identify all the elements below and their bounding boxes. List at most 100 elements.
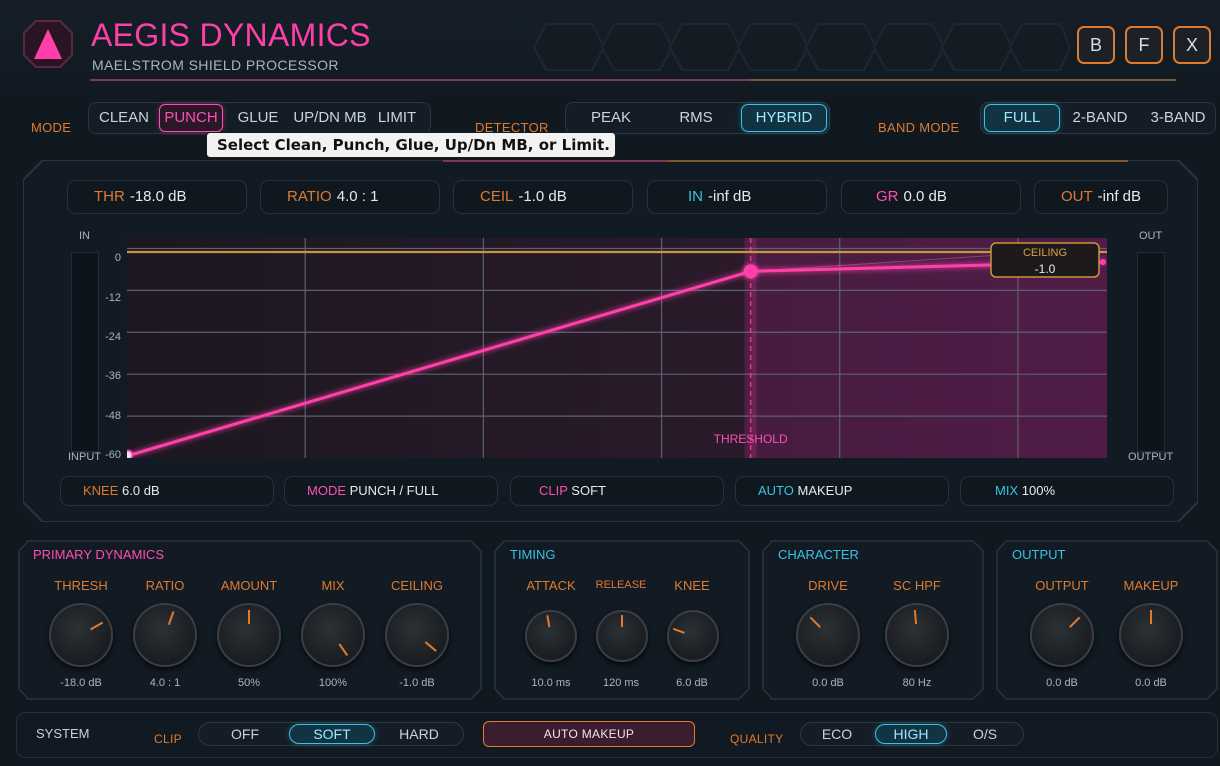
curve-start-point [127,449,134,458]
primary-dynamics-title: PRIMARY DYNAMICS [33,547,164,562]
output-axis-label: OUTPUT [1128,451,1174,463]
header-accent-line-2 [750,79,1176,81]
thresh-knob-value: -18.0 dB [60,677,102,689]
mode-option-glue[interactable]: GLUE [231,103,285,133]
attack-knob[interactable] [525,610,577,662]
drive-knob[interactable] [796,603,860,667]
readout-gr-value: 0.0 dB [903,188,947,205]
makeup-knob-value: 0.0 dB [1135,677,1167,689]
threshold-handle[interactable] [743,264,758,279]
detector-selector: PEAK RMS HYBRID [565,102,830,134]
quality-option-high[interactable]: HIGH [875,724,947,744]
readout-ceiling: CEIL -1.0 dB [453,180,633,214]
readout-ratio: RATIO 4.0 : 1 [260,180,440,214]
system-label: SYSTEM [36,726,90,741]
auto-makeup-button[interactable]: AUTO MAKEUP [483,721,695,747]
timing-knee-knob[interactable] [667,610,719,662]
info-auto-key: AUTO [758,483,794,498]
clip-option-hard[interactable]: HARD [379,723,459,745]
mode-label: MODE [31,120,72,135]
schpf-knob[interactable] [885,603,949,667]
band-mode-option-3band[interactable]: 3-BAND [1141,103,1215,133]
ceiling-knob[interactable] [385,603,449,667]
ceiling-knob-indicator [424,641,437,652]
info-mode: MODE PUNCH / FULL [284,476,498,506]
info-mode-value: PUNCH / FULL [349,483,439,498]
info-knee-value: 6.0 dB [122,483,160,498]
y-tick-12: -12 [105,292,121,304]
readout-ceiling-value: -1.0 dB [518,188,567,205]
header-button-x[interactable]: X [1173,26,1211,64]
readout-gr-key: GR [876,188,899,205]
mode-tooltip: Select Clean, Punch, Glue, Up/Dn MB, or … [206,132,616,158]
y-tick-36: -36 [105,370,121,382]
info-knee: KNEE 6.0 dB [60,476,274,506]
header-button-b[interactable]: B [1077,26,1115,64]
makeup-knob[interactable] [1119,603,1183,667]
curve-end-point [1100,258,1106,265]
band-mode-option-2band[interactable]: 2-BAND [1063,103,1137,133]
quality-label: QUALITY [730,732,784,746]
mode-option-limit[interactable]: LIMIT [371,103,423,133]
clip-option-off[interactable]: OFF [205,723,285,745]
mix-knob-value: 100% [318,677,348,689]
thresh-knob[interactable] [49,603,113,667]
amount-knob-indicator [248,610,250,624]
timing-knee-knob-value: 6.0 dB [676,677,708,689]
timing-title: TIMING [510,547,556,562]
band-mode-label: BAND MODE [878,120,960,135]
readout-threshold-value: -18.0 dB [129,188,187,205]
header-button-f[interactable]: F [1125,26,1163,64]
readout-threshold-key: THR [94,188,125,205]
mode-option-clean[interactable]: CLEAN [93,103,155,133]
y-tick-0: 0 [114,252,121,264]
output-title: OUTPUT [1012,547,1066,562]
out-meter-label: OUT [1139,230,1163,242]
timing-knee-knob-indicator [672,627,685,634]
detector-option-rms[interactable]: RMS [658,103,734,133]
mix-knob[interactable] [301,603,365,667]
ratio-knob[interactable] [133,603,197,667]
output-knob[interactable] [1030,603,1094,667]
readout-input-value: -inf dB [708,188,752,205]
attack-knob-indicator [546,615,551,628]
header-accent-line [90,79,750,81]
mix-knob-indicator [338,643,349,657]
ratio-knob-value: 4.0 : 1 [149,677,181,689]
y-tick-48: -48 [105,410,121,422]
mode-option-punch[interactable]: PUNCH [159,104,223,132]
amount-knob[interactable] [217,603,281,667]
detector-option-hybrid[interactable]: HYBRID [741,104,827,132]
info-mix: MIX 100% [960,476,1174,506]
info-mix-value: 100% [1021,483,1055,498]
mode-option-updn-mb[interactable]: UP/DN MB [291,103,369,133]
schpf-knob-label: SC HPF [893,578,941,593]
mix-knob-label: MIX [321,578,345,593]
readout-input-key: IN [688,188,703,205]
input-axis-label: INPUT [68,451,101,463]
transfer-curve-graph[interactable]: THRESHOLD CEILING -1.0 [127,238,1107,458]
schpf-knob-indicator [913,610,918,625]
character-title: CHARACTER [778,547,859,562]
readout-threshold: THR -18.0 dB [67,180,247,214]
clip-option-soft[interactable]: SOFT [289,724,375,744]
thresh-knob-indicator [90,621,104,631]
y-tick-24: -24 [105,331,121,343]
release-knob[interactable] [596,610,648,662]
detector-option-peak[interactable]: PEAK [574,103,648,133]
character-panel [762,540,984,700]
logo-icon [23,20,73,68]
quality-option-eco[interactable]: ECO [805,723,869,745]
info-clip-value: SOFT [571,483,606,498]
y-tick-60: -60 [105,449,121,461]
band-mode-option-full[interactable]: FULL [984,104,1060,132]
quality-selector: ECO HIGH O/S [800,722,1024,746]
output-knob-indicator [1069,616,1081,628]
readout-ceiling-key: CEIL [480,188,514,205]
brand-title: AEGIS DYNAMICS [91,17,371,53]
output-panel [996,540,1218,700]
quality-option-os[interactable]: O/S [953,723,1017,745]
ceiling-tag-value: -1.0 [1035,262,1056,276]
readout-output-value: -inf dB [1097,188,1142,205]
clip-selector: OFF SOFT HARD [198,722,464,746]
